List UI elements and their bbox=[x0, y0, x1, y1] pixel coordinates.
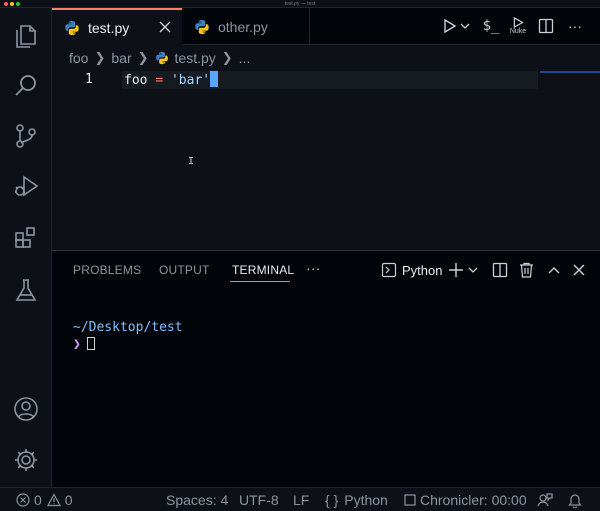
panel-more-icon[interactable]: ··· bbox=[306, 260, 321, 276]
terminal-profile-button[interactable]: Python bbox=[381, 261, 442, 279]
tab-output[interactable]: OUTPUT bbox=[159, 263, 210, 277]
more-actions-icon[interactable]: ··· bbox=[567, 17, 583, 35]
activity-bar bbox=[0, 8, 52, 487]
editor-tab-bar: test.py other.py $_ Nuke ··· bbox=[52, 8, 600, 45]
tab-label: other.py bbox=[218, 18, 268, 35]
settings-gear-icon[interactable] bbox=[11, 445, 41, 475]
window-title: test.py — test bbox=[284, 1, 316, 7]
nuke-label: Nuke bbox=[509, 28, 527, 35]
indentation-status[interactable]: Spaces: 4 bbox=[166, 491, 228, 509]
tab-test-py[interactable]: test.py bbox=[52, 8, 182, 45]
source-control-icon[interactable] bbox=[11, 121, 41, 151]
tab-terminal[interactable]: TERMINAL bbox=[232, 263, 294, 277]
breadcrumb-folder-foo[interactable]: foo bbox=[69, 50, 88, 66]
chevron-right-icon: ❯ bbox=[221, 50, 233, 65]
window-titlebar: test.py — test bbox=[0, 0, 600, 8]
python-file-icon bbox=[155, 51, 168, 65]
record-square-icon bbox=[404, 494, 416, 506]
explorer-icon[interactable] bbox=[11, 21, 41, 51]
run-icon[interactable] bbox=[442, 17, 458, 35]
accounts-icon[interactable] bbox=[11, 394, 41, 424]
tab-problems[interactable]: PROBLEMS bbox=[73, 263, 141, 277]
encoding-status[interactable]: UTF-8 bbox=[239, 491, 279, 509]
code-line[interactable]: foo = 'bar' bbox=[124, 71, 219, 90]
run-debug-icon[interactable] bbox=[11, 171, 41, 201]
terminal-cursor bbox=[86, 337, 95, 350]
panel-tab-bar: PROBLEMS OUTPUT TERMINAL ··· Python bbox=[52, 251, 600, 291]
code-string: 'bar' bbox=[170, 73, 211, 88]
testing-flask-icon[interactable] bbox=[11, 275, 41, 305]
chevron-right-icon: ❯ bbox=[137, 50, 149, 65]
notifications-bell-icon[interactable] bbox=[568, 491, 586, 509]
breadcrumb: foo ❯ bar ❯ test.py ❯ ... bbox=[52, 45, 600, 71]
extensions-icon[interactable] bbox=[11, 223, 41, 253]
terminal-output[interactable]: ~/Desktop/test ❯ bbox=[73, 319, 183, 353]
terminal-dropdown-chevron-down-icon[interactable] bbox=[468, 261, 478, 279]
terminal-icon bbox=[381, 262, 397, 278]
active-tab-indicator bbox=[230, 281, 290, 282]
code-identifier: foo bbox=[124, 73, 148, 88]
python-file-icon bbox=[195, 19, 209, 34]
mouse-ibeam-icon: I bbox=[188, 156, 195, 167]
eol-status[interactable]: LF bbox=[293, 491, 309, 509]
warning-count: 0 bbox=[64, 492, 73, 508]
terminal-profile-label: Python bbox=[402, 262, 443, 278]
tab-other-py[interactable]: other.py bbox=[182, 8, 310, 45]
status-bar: 0 0 Spaces: 4 UTF-8 LF { } Python Chroni… bbox=[0, 487, 600, 511]
problems-status[interactable]: 0 0 bbox=[16, 491, 73, 509]
chronicler-status[interactable]: Chronicler: 00:00 bbox=[404, 491, 527, 509]
text-cursor bbox=[210, 71, 219, 87]
line-number: 1 bbox=[85, 72, 93, 87]
run-dropdown-chevron-down-icon[interactable] bbox=[459, 17, 471, 35]
language-mode-status[interactable]: { } Python bbox=[325, 491, 388, 509]
python-file-icon bbox=[65, 20, 79, 35]
search-icon[interactable] bbox=[11, 71, 41, 101]
bottom-panel: PROBLEMS OUTPUT TERMINAL ··· Python ~/De… bbox=[52, 250, 600, 487]
close-panel-icon[interactable] bbox=[573, 261, 585, 279]
braces-icon: { } bbox=[325, 492, 339, 508]
minimap-indicator[interactable] bbox=[540, 71, 600, 73]
new-terminal-icon[interactable] bbox=[448, 261, 464, 279]
breadcrumb-folder-bar[interactable]: bar bbox=[111, 50, 131, 66]
trash-icon[interactable] bbox=[519, 261, 534, 279]
warning-icon bbox=[46, 493, 61, 507]
tab-label: test.py bbox=[88, 19, 130, 36]
error-icon bbox=[16, 493, 30, 507]
nuke-button[interactable]: Nuke bbox=[508, 17, 528, 35]
open-terminal-button[interactable]: $_ bbox=[480, 17, 502, 35]
code-operator: = bbox=[155, 73, 164, 88]
code-editor[interactable]: 1 foo = 'bar' I bbox=[52, 71, 600, 250]
maximize-panel-chevron-up-icon[interactable] bbox=[548, 261, 560, 279]
breadcrumb-file[interactable]: test.py bbox=[175, 50, 216, 66]
terminal-cwd: ~/Desktop/test bbox=[73, 320, 183, 335]
language-label: Python bbox=[344, 492, 388, 508]
split-terminal-icon[interactable] bbox=[492, 261, 508, 279]
chevron-right-icon: ❯ bbox=[94, 50, 106, 65]
chronicler-label: Chronicler: 00:00 bbox=[420, 492, 527, 508]
split-editor-icon[interactable] bbox=[538, 17, 554, 35]
terminal-prompt: ❯ bbox=[73, 337, 81, 352]
breadcrumb-more[interactable]: ... bbox=[239, 50, 251, 66]
error-count: 0 bbox=[34, 492, 42, 508]
feedback-icon[interactable] bbox=[537, 491, 557, 509]
close-tab-icon[interactable] bbox=[158, 20, 172, 34]
